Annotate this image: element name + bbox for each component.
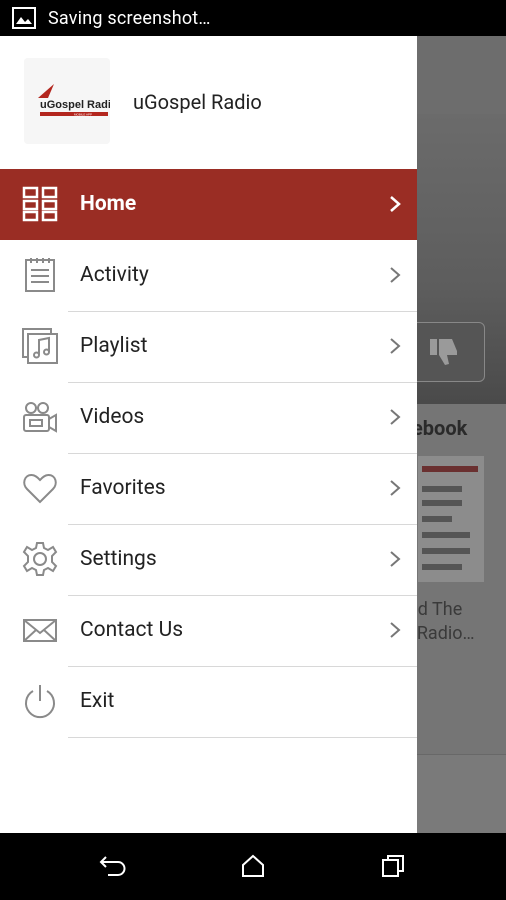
thumbs-down-icon [430, 339, 457, 365]
menu-item-playlist[interactable]: Playlist [0, 311, 417, 382]
system-nav-bar [0, 833, 506, 900]
menu-divider [68, 737, 417, 738]
back-icon[interactable] [98, 853, 128, 879]
navigation-drawer: uGospel Radio MOBILE APP uGospel Radio H… [0, 36, 417, 833]
menu-item-label: Contact Us [80, 618, 184, 642]
menu-item-label: Settings [80, 547, 157, 571]
menu-item-favorites[interactable]: Favorites [0, 453, 417, 524]
video-camera-icon [23, 402, 57, 433]
ugospel-logo: uGospel Radio MOBILE APP [24, 58, 110, 144]
chevron-right-icon [390, 480, 401, 496]
chevron-right-icon [390, 267, 401, 283]
menu-item-label: Activity [80, 263, 149, 287]
music-note-icon [22, 328, 58, 364]
recents-icon[interactable] [380, 853, 406, 879]
status-text: Saving screenshot… [48, 7, 211, 29]
chevron-right-icon [390, 551, 401, 567]
image-icon [12, 7, 36, 29]
menu-item-videos[interactable]: Videos [0, 382, 417, 453]
power-icon [25, 685, 55, 719]
svg-text:MOBILE APP: MOBILE APP [74, 113, 92, 117]
menu-item-contact-us[interactable]: Contact Us [0, 595, 417, 666]
menu-item-label: Exit [80, 689, 115, 713]
promo-caption-line2: l Radio… [408, 623, 475, 644]
home-icon[interactable] [240, 853, 266, 879]
heart-icon [23, 473, 57, 504]
app-name: uGospel Radio [133, 90, 262, 114]
status-bar: Saving screenshot… [0, 0, 506, 36]
menu-item-settings[interactable]: Settings [0, 524, 417, 595]
menu-item-label: Videos [80, 405, 145, 429]
dislike-button[interactable] [405, 322, 485, 382]
chevron-right-icon [390, 196, 401, 212]
app-logo: uGospel Radio MOBILE APP [24, 58, 110, 144]
promo-image[interactable] [418, 456, 484, 582]
drawer-header: uGospel Radio MOBILE APP uGospel Radio [0, 36, 417, 169]
grid-icon [22, 186, 58, 222]
menu-item-label: Playlist [80, 334, 148, 358]
chevron-right-icon [390, 622, 401, 638]
chevron-right-icon [390, 338, 401, 354]
facebook-label: ebook [412, 416, 468, 440]
menu-item-activity[interactable]: Activity [0, 240, 417, 311]
envelope-icon [23, 619, 57, 642]
notepad-icon [25, 258, 55, 292]
gear-icon [22, 542, 58, 576]
svg-text:uGospel Radio: uGospel Radio [40, 99, 110, 111]
menu-item-home[interactable]: Home [0, 169, 417, 240]
menu-item-label: Home [80, 192, 137, 216]
menu-item-exit[interactable]: Exit [0, 666, 417, 737]
chevron-right-icon [390, 409, 401, 425]
menu-item-label: Favorites [80, 476, 166, 500]
